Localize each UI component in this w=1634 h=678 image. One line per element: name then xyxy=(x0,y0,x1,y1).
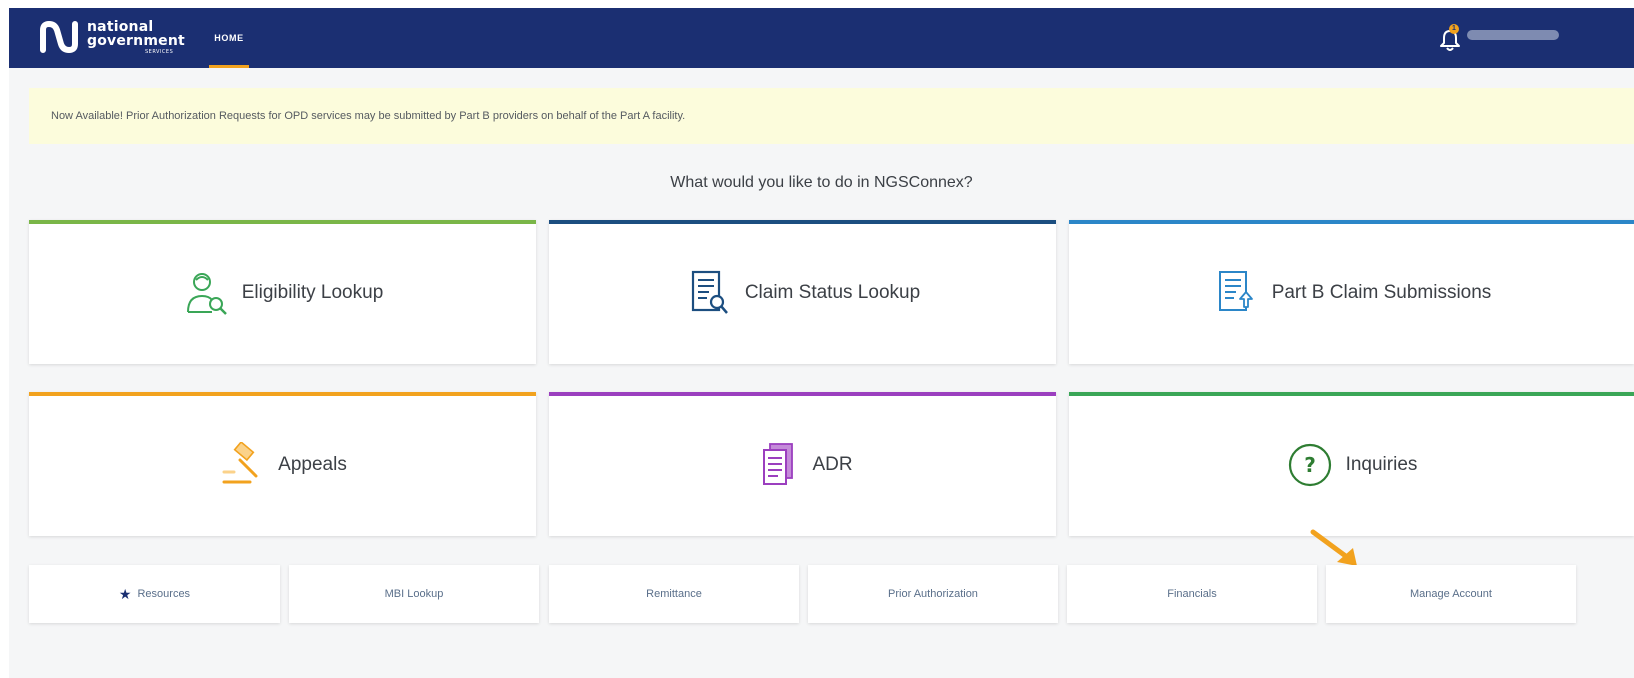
tile-label: Appeals xyxy=(278,454,347,475)
star-icon: ★ xyxy=(118,586,132,602)
tile-accent-bar xyxy=(29,392,536,396)
logo-line-2: government xyxy=(87,33,185,49)
tile-accent-bar xyxy=(1069,220,1634,224)
tile-accent-bar xyxy=(549,220,1056,224)
link-label: Resources xyxy=(137,588,191,600)
link-resources[interactable]: ★ Resources xyxy=(29,565,280,623)
tile-label: Part B Claim Submissions xyxy=(1271,282,1492,303)
app-frame: national government SERVICES HOME 1 Now … xyxy=(9,8,1634,678)
nav-home-tab[interactable]: HOME xyxy=(201,8,257,68)
document-upload-icon xyxy=(1218,271,1253,311)
pointer-arrow-icon xyxy=(1310,529,1357,566)
tile-accent-bar xyxy=(29,220,536,224)
link-label: MBI Lookup xyxy=(384,588,444,600)
tile-label: ADR xyxy=(812,454,853,475)
person-search-icon xyxy=(186,273,227,315)
notifications-button[interactable]: 1 xyxy=(1437,24,1463,52)
svg-text:?: ? xyxy=(1304,453,1316,477)
tile-label: Eligibility Lookup xyxy=(241,282,384,303)
document-stack-icon xyxy=(763,443,794,485)
tile-label: Inquiries xyxy=(1345,454,1418,475)
logo-wordmark: national government SERVICES xyxy=(87,20,185,56)
link-manage-account[interactable]: Manage Account xyxy=(1326,565,1576,623)
announcement-banner: Now Available! Prior Authorization Reque… xyxy=(29,88,1634,144)
tile-adr[interactable]: ADR xyxy=(549,392,1056,536)
link-financials[interactable]: Financials xyxy=(1067,565,1317,623)
tile-claim-status-lookup[interactable]: Claim Status Lookup xyxy=(549,220,1056,364)
question-circle-icon: ? xyxy=(1288,443,1331,487)
ngs-logo[interactable]: national government SERVICES xyxy=(39,16,199,60)
page-question-heading: What would you like to do in NGSConnex? xyxy=(670,174,973,191)
link-mbi-lookup[interactable]: MBI Lookup xyxy=(289,565,539,623)
link-label: Financials xyxy=(1167,588,1217,600)
user-menu[interactable] xyxy=(1467,30,1559,40)
link-label: Prior Authorization xyxy=(888,588,978,600)
top-nav-bar: national government SERVICES HOME 1 xyxy=(9,8,1634,68)
notification-badge: 1 xyxy=(1449,24,1459,34)
link-label: Remittance xyxy=(646,588,702,600)
document-search-icon xyxy=(691,270,728,314)
ngs-logo-mark-icon xyxy=(40,21,78,53)
tile-label: Claim Status Lookup xyxy=(744,282,921,303)
tile-part-b-claim-submissions[interactable]: Part B Claim Submissions xyxy=(1069,220,1634,364)
link-remittance[interactable]: Remittance xyxy=(549,565,799,623)
link-prior-authorization[interactable]: Prior Authorization xyxy=(808,565,1058,623)
logo-line-3: SERVICES xyxy=(145,49,174,55)
tile-appeals[interactable]: Appeals xyxy=(29,392,536,536)
logo-line-1: national xyxy=(87,19,154,35)
tile-accent-bar xyxy=(549,392,1056,396)
tile-accent-bar xyxy=(1069,392,1634,396)
tile-inquiries[interactable]: ? Inquiries xyxy=(1069,392,1634,536)
gavel-icon xyxy=(222,442,258,484)
link-label: Manage Account xyxy=(1410,588,1492,600)
tile-eligibility-lookup[interactable]: Eligibility Lookup xyxy=(29,220,536,364)
